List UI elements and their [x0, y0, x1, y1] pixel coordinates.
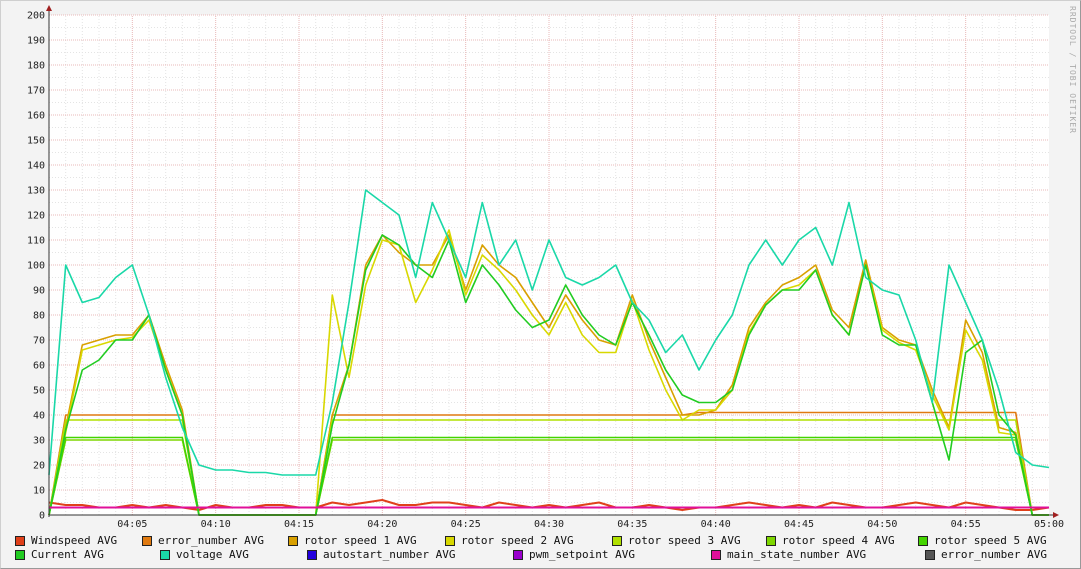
- y-tick-label: 80: [33, 311, 45, 322]
- legend-swatch-icon: [142, 535, 152, 546]
- x-tick-label: 04:50: [867, 519, 897, 530]
- y-tick-label: 90: [33, 286, 45, 297]
- legend-item: Current AVG: [15, 548, 104, 561]
- legend-label: rotor speed 2 AVG: [461, 534, 574, 547]
- y-tick-label: 130: [27, 186, 45, 197]
- x-tick-label: 05:00: [1034, 519, 1064, 530]
- y-tick-label: 170: [27, 86, 45, 97]
- y-axis-arrow-icon: [46, 5, 52, 11]
- y-tick-label: 140: [27, 161, 45, 172]
- legend-label: error_number AVG: [941, 548, 1047, 561]
- y-tick-label: 160: [27, 111, 45, 122]
- y-tick-label: 190: [27, 36, 45, 47]
- watermark: RRDTOOL / TOBI OETIKER: [1068, 6, 1077, 134]
- legend-item: Windspeed AVG: [15, 534, 117, 547]
- legend-item: pwm_setpoint AVG: [513, 548, 635, 561]
- y-tick-label: 70: [33, 336, 45, 347]
- legend-swatch-icon: [15, 535, 25, 546]
- legend-swatch-icon: [612, 535, 622, 546]
- legend-swatch-icon: [288, 535, 298, 546]
- x-tick-label: 04:55: [951, 519, 981, 530]
- x-tick-label: 04:25: [451, 519, 481, 530]
- x-tick-label: 04:15: [284, 519, 314, 530]
- y-tick-label: 60: [33, 361, 45, 372]
- x-tick-label: 04:45: [784, 519, 814, 530]
- line-chart: 0 10 20 30 40 50 60 70 80 90 100 110 120 130 140 150 160…: [27, 5, 1064, 530]
- legend-label: Windspeed AVG: [31, 534, 118, 547]
- x-tick-label: 04:40: [701, 519, 731, 530]
- y-tick-label: 10: [33, 486, 45, 497]
- x-tick-label: 04:10: [201, 519, 231, 530]
- y-tick-label: 120: [27, 211, 45, 222]
- y-tick-label: 20: [33, 461, 45, 472]
- x-axis-arrow-icon: [1053, 512, 1059, 518]
- y-tick-label: 30: [33, 436, 45, 447]
- x-tick-label: 04:30: [534, 519, 564, 530]
- legend-item: rotor speed 5 AVG: [918, 534, 1047, 547]
- legend-item: autostart_number AVG: [307, 548, 455, 561]
- legend-label: pwm_setpoint AVG: [529, 548, 635, 561]
- y-tick-label: 100: [27, 261, 45, 272]
- y-tick-label: 150: [27, 136, 45, 147]
- legend-swatch-icon: [766, 535, 776, 546]
- legend-label: rotor speed 3 AVG: [628, 534, 741, 547]
- x-tick-label: 04:05: [117, 519, 147, 530]
- legend-label: rotor speed 4 AVG: [782, 534, 895, 547]
- legend-swatch-icon: [925, 549, 935, 560]
- x-tick-label: 04:35: [617, 519, 647, 530]
- legend-item: rotor speed 3 AVG: [612, 534, 741, 547]
- legend-swatch-icon: [307, 549, 317, 560]
- legend-swatch-icon: [15, 549, 25, 560]
- legend-item: error_number AVG: [142, 534, 264, 547]
- y-tick-label: 200: [27, 11, 45, 22]
- legend-swatch-icon: [445, 535, 455, 546]
- legend-swatch-icon: [918, 535, 928, 546]
- legend-item: voltage AVG: [160, 548, 249, 561]
- legend-item: rotor speed 2 AVG: [445, 534, 574, 547]
- y-tick-label: 110: [27, 236, 45, 247]
- legend-label: rotor speed 5 AVG: [934, 534, 1047, 547]
- legend-label: rotor speed 1 AVG: [304, 534, 417, 547]
- legend-item: rotor speed 1 AVG: [288, 534, 417, 547]
- y-tick-label: 0: [39, 511, 45, 522]
- legend-label: autostart_number AVG: [323, 548, 456, 561]
- legend-item: error_number AVG: [925, 548, 1047, 561]
- legend-label: main_state_number AVG: [727, 548, 867, 561]
- legend-swatch-icon: [513, 549, 523, 560]
- x-tick-label: 04:20: [367, 519, 397, 530]
- legend-label: voltage AVG: [176, 548, 249, 561]
- legend-swatch-icon: [711, 549, 721, 560]
- legend-label: error_number AVG: [158, 534, 264, 547]
- y-tick-label: 40: [33, 411, 45, 422]
- legend-label: Current AVG: [31, 548, 104, 561]
- y-tick-label: 50: [33, 386, 45, 397]
- legend-swatch-icon: [160, 549, 170, 560]
- y-tick-label: 180: [27, 61, 45, 72]
- legend-item: rotor speed 4 AVG: [766, 534, 895, 547]
- legend-item: main_state_number AVG: [711, 548, 866, 561]
